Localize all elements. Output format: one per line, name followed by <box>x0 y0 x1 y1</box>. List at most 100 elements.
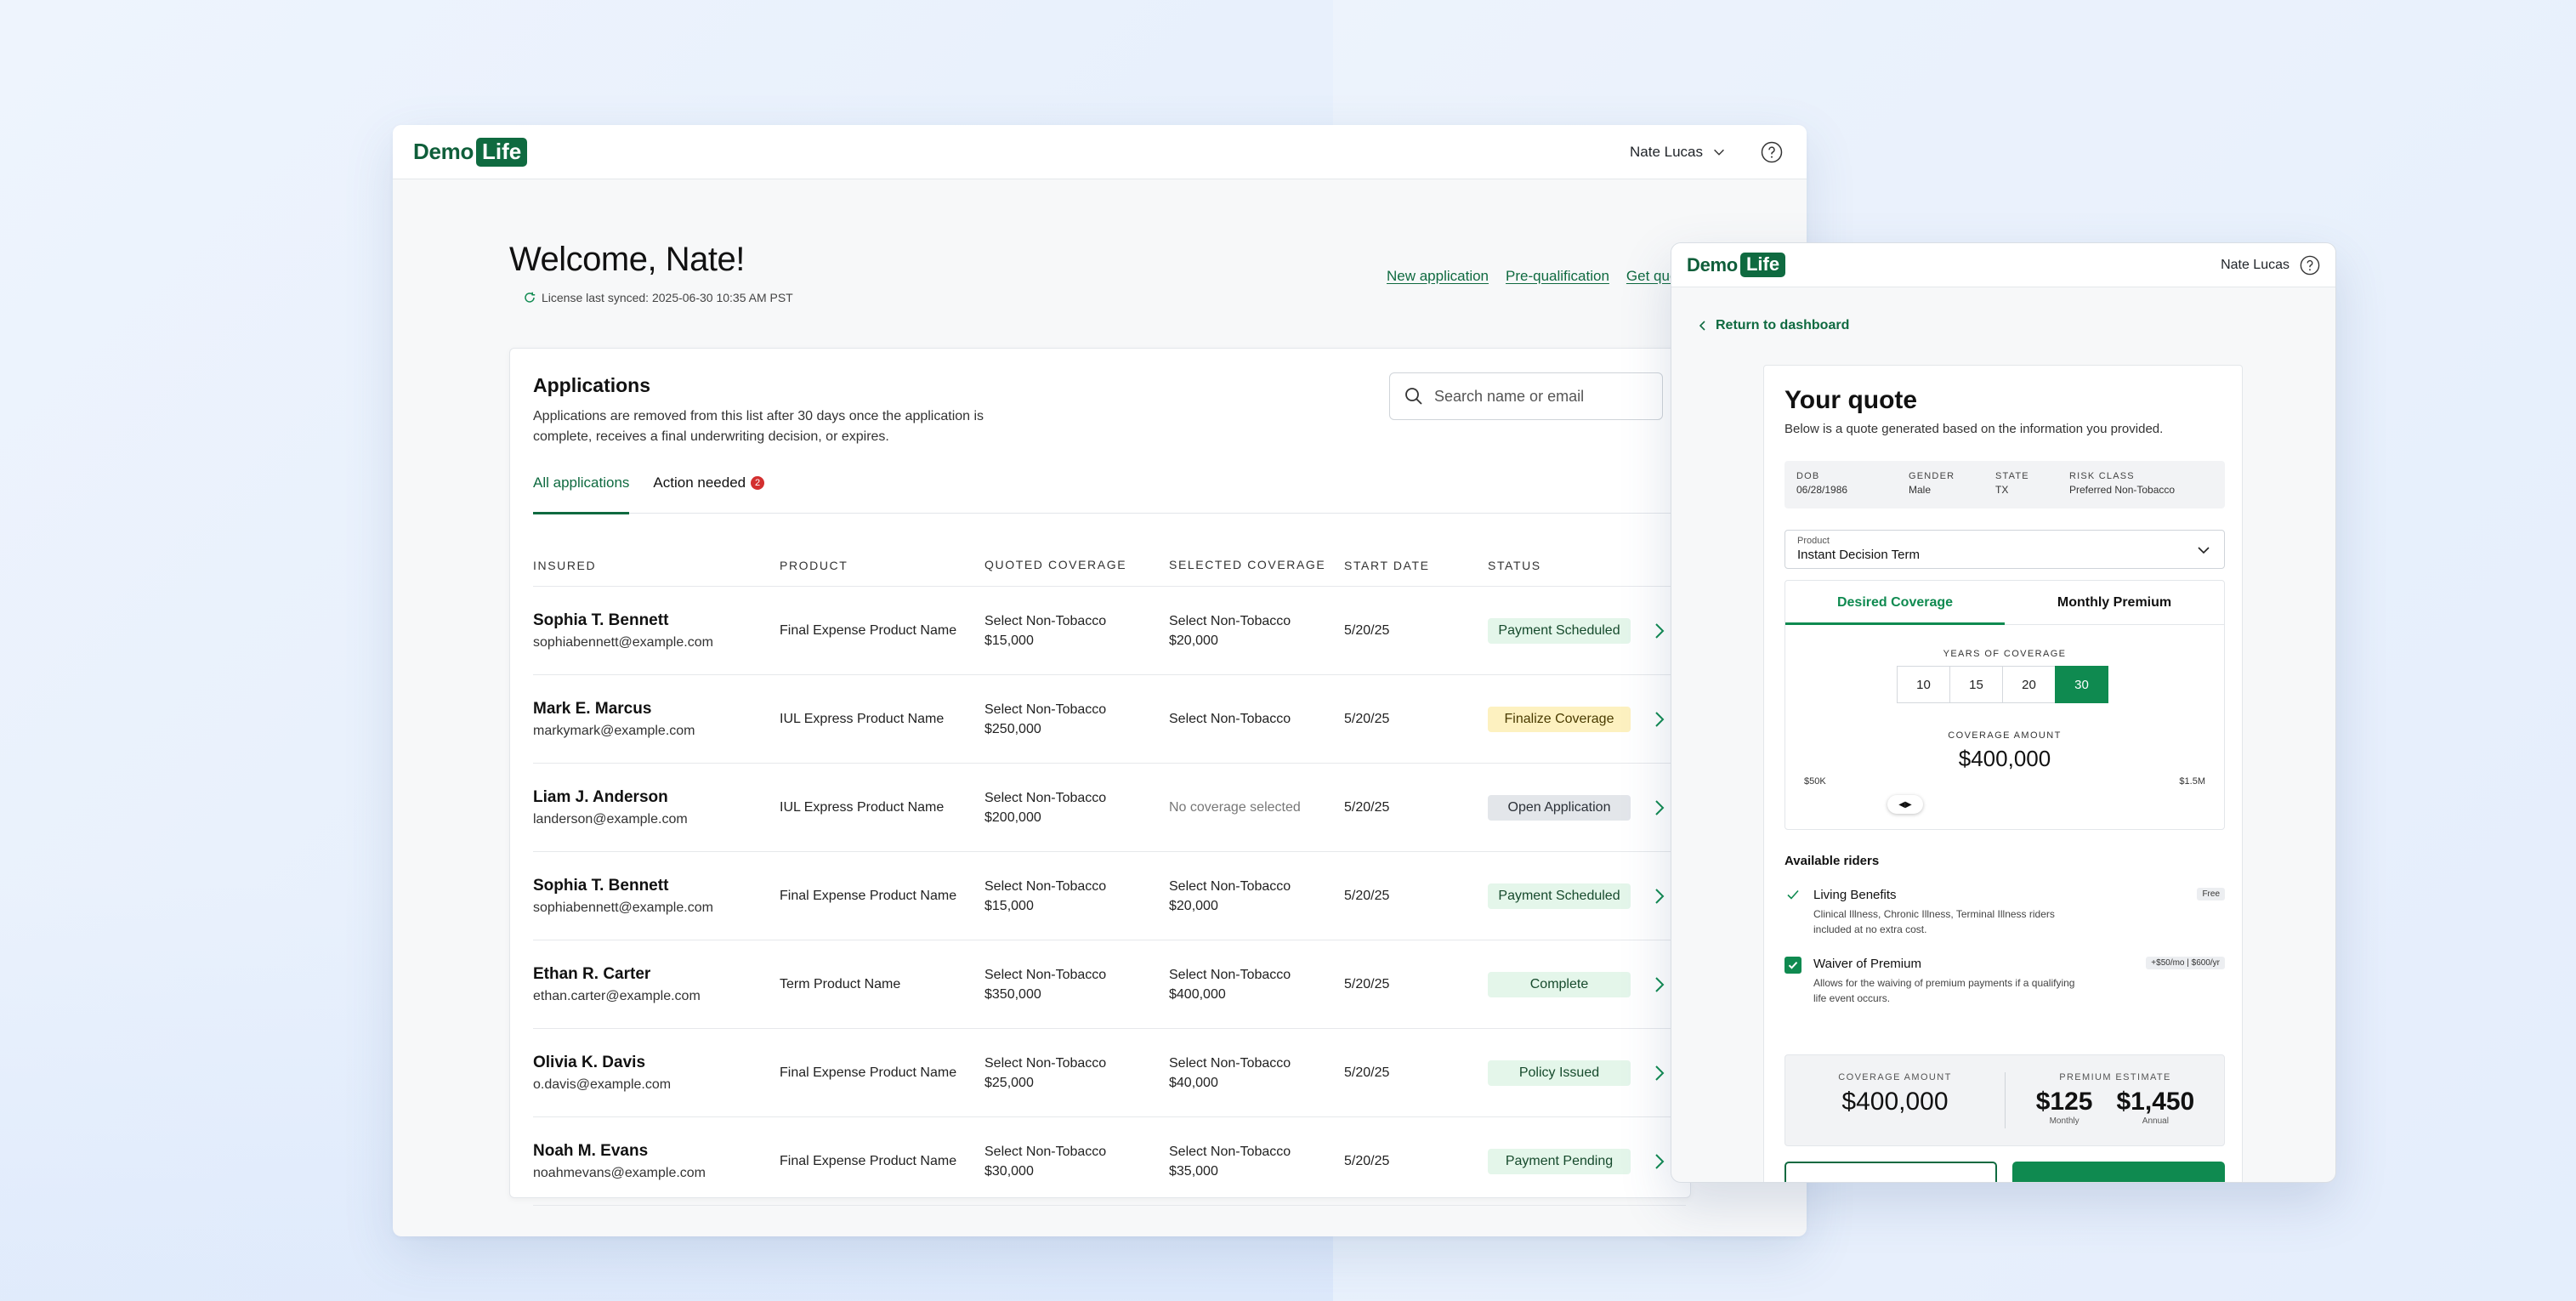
selected-coverage-cell: Select Non-Tobacco $35,000 <box>1169 1144 1291 1179</box>
status-badge: Finalize Coverage <box>1488 706 1631 732</box>
column-header-quoted-coverage[interactable]: QUOTED COVERAGE <box>984 555 1169 575</box>
demo-life-logo[interactable]: Demo Life <box>1687 253 1786 277</box>
year-option-20[interactable]: 20 <box>2002 666 2056 703</box>
start-date-cell: 5/20/25 <box>1344 622 1390 638</box>
user-menu[interactable]: Nate Lucas <box>1630 125 1727 179</box>
status-badge: Complete <box>1488 971 1631 997</box>
status-badge: Payment Scheduled <box>1488 883 1631 909</box>
year-option-10[interactable]: 10 <box>1897 666 1950 703</box>
rider-name: Living Benefits <box>1813 888 1897 902</box>
checkmark-icon <box>1787 889 1799 900</box>
table-row[interactable]: Noah M. Evans noahmevans@example.com Final… <box>533 1117 1686 1206</box>
tab-desired-coverage[interactable]: Desired Coverage <box>1785 581 2005 625</box>
insured-name: Ethan R. Carter <box>533 964 651 983</box>
help-icon[interactable] <box>2300 255 2320 276</box>
selected-coverage-cell: No coverage selected <box>1169 800 1301 815</box>
user-name: Nate Lucas <box>1630 144 1703 160</box>
table-row[interactable]: Sophia T. Bennett sophiabennett@example.c… <box>533 852 1686 940</box>
chevron-right-icon[interactable] <box>1650 709 1669 730</box>
insured-name: Sophia T. Bennett <box>533 611 669 629</box>
tab-all-applications[interactable]: All applications <box>533 469 630 514</box>
product-cell: Final Expense Product Name <box>780 622 957 638</box>
primary-action-button[interactable] <box>2012 1162 2225 1182</box>
search-box[interactable] <box>1389 372 1663 420</box>
insured-cell: Liam J. Anderson landerson@example.com <box>533 788 780 827</box>
chevron-right-icon[interactable] <box>1650 798 1669 818</box>
quoted-coverage-cell: Select Non-Tobacco $250,000 <box>984 702 1107 736</box>
tab-action-needed[interactable]: Action needed 2 <box>653 469 765 514</box>
insured-email: markymark@example.com <box>533 723 695 738</box>
column-header-start-date[interactable]: START DATE <box>1344 559 1488 572</box>
selected-coverage-cell: Select Non-Tobacco $20,000 <box>1169 878 1291 913</box>
selected-coverage-cell: Select Non-Tobacco $400,000 <box>1169 967 1291 1002</box>
chevron-left-icon <box>1699 321 1705 331</box>
applications-description: Applications are removed from this list … <box>533 409 984 444</box>
rider-description: Allows for the waiving of premium paymen… <box>1813 977 2075 1004</box>
coverage-amount-value: $400,000 <box>1958 746 2051 771</box>
year-option-30[interactable]: 30 <box>2055 666 2108 703</box>
search-icon <box>1405 388 1422 405</box>
user-name[interactable]: Nate Lucas <box>2221 258 2289 273</box>
coverage-tabs: Desired Coverage Monthly Premium <box>1785 581 2224 625</box>
column-header-selected-coverage[interactable]: SELECTED COVERAGE <box>1169 555 1344 575</box>
new-application-link[interactable]: New application <box>1387 268 1489 285</box>
available-riders-title: Available riders <box>1784 854 1880 868</box>
secondary-action-button[interactable] <box>1784 1162 1997 1182</box>
product-select[interactable]: Product Instant Decision Term <box>1784 530 2225 569</box>
summary-coverage-value: $400,000 <box>1841 1088 1949 1116</box>
status-cell: Finalize Coverage <box>1488 706 1649 732</box>
summary-premium: PREMIUM ESTIMATE $125 Monthly $1,450 Ann… <box>2006 1055 2225 1145</box>
rider-price-tag: Free <box>2197 888 2225 900</box>
chevron-down-icon <box>2198 547 2210 554</box>
coverage-amount-label: COVERAGE AMOUNT <box>1948 730 2062 741</box>
table-row[interactable]: Ethan R. Carter ethan.carter@example.com T… <box>533 940 1686 1029</box>
insured-cell: Sophia T. Bennett sophiabennett@example.c… <box>533 877 780 916</box>
return-to-dashboard-link[interactable]: Return to dashboard <box>1697 318 1849 333</box>
start-date-cell: 5/20/25 <box>1344 1065 1390 1080</box>
insured-email: sophiabennett@example.com <box>533 900 713 915</box>
chevron-right-icon[interactable] <box>1650 1063 1669 1083</box>
demo-life-logo[interactable]: Demo Life <box>413 137 528 167</box>
rider-living-benefits: Living Benefits Clinical Illness, Chroni… <box>1784 888 2225 947</box>
insured-name: Olivia K. Davis <box>533 1053 646 1071</box>
applications-card: Applications Applications are removed fr… <box>509 348 1691 1206</box>
column-header-insured[interactable]: INSURED <box>533 559 780 572</box>
chevron-right-icon[interactable] <box>1650 886 1669 906</box>
start-date-cell: 5/20/25 <box>1344 1153 1390 1168</box>
applications-table: INSURED PRODUCT QUOTED COVERAGE SELECTED… <box>533 544 1686 1206</box>
tab-monthly-premium[interactable]: Monthly Premium <box>2005 581 2224 624</box>
summary-premium-label: PREMIUM ESTIMATE <box>2059 1072 2171 1082</box>
summary-monthly: $125 Monthly <box>2035 1088 2093 1126</box>
quoted-coverage-cell: Select Non-Tobacco $15,000 <box>984 613 1107 648</box>
table-row[interactable]: Sophia T. Bennett sophiabennett@example.c… <box>533 587 1686 675</box>
search-input[interactable] <box>1434 387 1638 406</box>
product-cell: Final Expense Product Name <box>780 888 957 903</box>
status-cell: Payment Scheduled <box>1488 883 1649 909</box>
table-row[interactable]: Olivia K. Davis o.davis@example.com Final … <box>533 1029 1686 1117</box>
column-header-product[interactable]: PRODUCT <box>780 559 984 572</box>
chevron-right-icon[interactable] <box>1650 1151 1669 1172</box>
summary-coverage-label: COVERAGE AMOUNT <box>1838 1072 1952 1082</box>
table-row[interactable]: Liam J. Anderson landerson@example.com IUL… <box>533 764 1686 852</box>
pre-qualification-link[interactable]: Pre-qualification <box>1506 268 1609 285</box>
help-icon[interactable] <box>1761 141 1783 163</box>
quoted-coverage-cell: Select Non-Tobacco $15,000 <box>984 878 1107 913</box>
waiver-checkbox[interactable] <box>1784 957 1801 974</box>
status-cell: Open Application <box>1488 794 1649 821</box>
chevron-right-icon[interactable] <box>1650 621 1669 641</box>
table-header: INSURED PRODUCT QUOTED COVERAGE SELECTED… <box>533 544 1686 587</box>
start-date-cell: 5/20/25 <box>1344 888 1390 903</box>
sync-icon <box>525 292 536 303</box>
status-cell: Policy Issued <box>1488 1060 1649 1086</box>
insured-email: landerson@example.com <box>533 811 688 827</box>
column-header-status[interactable]: STATUS <box>1488 559 1649 572</box>
status-badge: Payment Pending <box>1488 1148 1631 1174</box>
chevron-right-icon[interactable] <box>1650 974 1669 995</box>
quote-window: Demo Life Nate Lucas Return to dashboard… <box>1671 242 2336 1183</box>
quick-links: New application Pre-qualification Get qu… <box>1387 268 1690 285</box>
year-option-15[interactable]: 15 <box>1949 666 2003 703</box>
coverage-slider-handle[interactable]: ◀▶ <box>1887 795 1923 814</box>
table-row[interactable]: Mark E. Marcus markymark@example.com IUL E… <box>533 675 1686 764</box>
insured-name: Mark E. Marcus <box>533 699 652 718</box>
insured-email: sophiabennett@example.com <box>533 634 713 650</box>
